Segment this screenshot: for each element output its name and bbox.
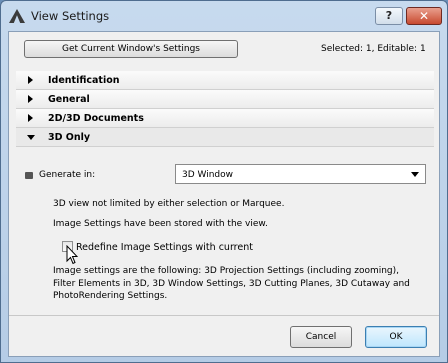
image-settings-stored-text: Image Settings have been stored with the… xyxy=(53,219,268,229)
generate-in-value: 3D Window xyxy=(182,170,234,180)
generate-in-label: Generate in: xyxy=(39,170,96,180)
ok-button[interactable]: OK xyxy=(365,326,427,348)
description-line: PhotoRendering Settings. xyxy=(53,291,168,301)
get-current-window-settings-button[interactable]: Get Current Window's Settings xyxy=(24,40,238,58)
section-2d-3d-documents[interactable]: 2D/3D Documents xyxy=(16,109,434,128)
selection-limit-text: 3D view not limited by either selection … xyxy=(53,199,285,209)
section-general[interactable]: General xyxy=(16,90,434,109)
app-logo-icon xyxy=(9,9,25,23)
help-button[interactable]: ? xyxy=(375,7,403,25)
description-line: Filter Elements in 3D, 3D Window Setting… xyxy=(53,278,410,289)
expand-arrow-icon xyxy=(28,114,33,122)
collapse-arrow-icon xyxy=(27,135,35,140)
selection-status: Selected: 1, Editable: 1 xyxy=(321,44,426,54)
view-settings-dialog: View Settings ? ✕ Get Current Window's S… xyxy=(0,0,448,363)
title-bar[interactable]: View Settings ? ✕ xyxy=(1,1,447,31)
expand-arrow-icon xyxy=(28,95,33,103)
dialog-body: Get Current Window's Settings Selected: … xyxy=(8,31,440,357)
description-line: Image settings are the following: 3D Pro… xyxy=(53,266,400,276)
section-label: 3D Only xyxy=(48,132,91,143)
expand-arrow-icon xyxy=(28,76,33,84)
close-button[interactable]: ✕ xyxy=(406,7,442,25)
camera-icon xyxy=(25,172,33,179)
section-label: 2D/3D Documents xyxy=(48,113,144,124)
generate-in-select[interactable]: 3D Window xyxy=(175,164,426,184)
section-label: General xyxy=(48,94,90,105)
section-identification[interactable]: Identification xyxy=(16,71,434,90)
mouse-cursor-icon xyxy=(66,245,78,265)
image-settings-description: Image settings are the following: 3D Pro… xyxy=(53,265,410,303)
section-label: Identification xyxy=(48,75,120,86)
window-title: View Settings xyxy=(31,9,110,23)
redefine-image-settings-label[interactable]: Redefine Image Settings with current xyxy=(76,242,253,253)
settings-sections: Identification General 2D/3D Documents 3… xyxy=(16,71,434,147)
chevron-down-icon xyxy=(411,172,419,177)
cancel-button[interactable]: Cancel xyxy=(290,326,352,348)
section-3d-only[interactable]: 3D Only xyxy=(16,128,434,147)
footer-divider xyxy=(9,315,439,316)
